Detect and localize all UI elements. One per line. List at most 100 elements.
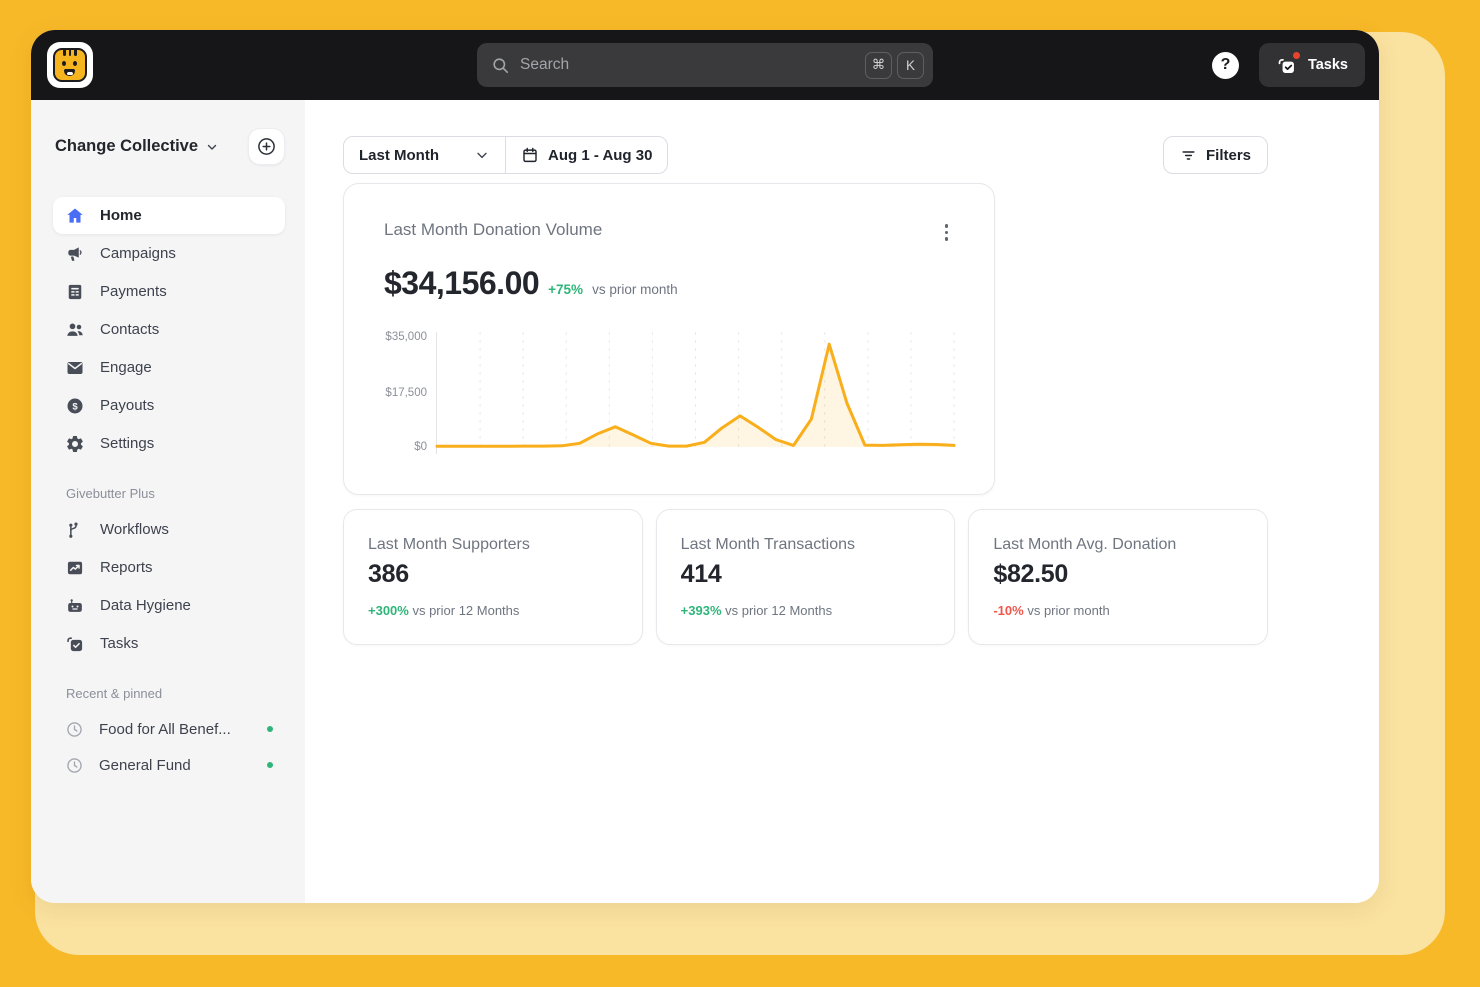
sidebar-item-settings[interactable]: Settings	[53, 425, 285, 462]
stat-card-supporters: Last Month Supporters 386 +300% vs prior…	[343, 509, 643, 645]
stat-card-avg-donation: Last Month Avg. Donation $82.50 -10% vs …	[968, 509, 1268, 645]
k-key: K	[897, 52, 924, 79]
sidebar-item-label: Settings	[100, 435, 154, 452]
sidebar-item-label: Campaigns	[100, 245, 176, 262]
svg-text:$: $	[72, 401, 78, 412]
stat-value: 414	[681, 560, 931, 589]
toolbar: Last Month Aug 1 - Aug 30 Filters	[343, 136, 1268, 174]
period-select[interactable]: Last Month	[344, 137, 506, 173]
dollar-circle-icon: $	[65, 396, 85, 416]
sidebar-item-label: Home	[100, 207, 142, 224]
recent-item-label: General Fund	[99, 757, 191, 774]
sidebar-item-home[interactable]: Home	[53, 197, 285, 234]
sidebar-item-tasks[interactable]: Tasks	[53, 625, 285, 662]
y-tick: $35,000	[385, 331, 427, 343]
megaphone-icon	[65, 244, 85, 264]
sidebar-item-payouts[interactable]: $ Payouts	[53, 387, 285, 424]
stat-delta: +393%	[681, 603, 722, 618]
chart-y-axis: $35,000 $17,500 $0	[384, 332, 436, 454]
recent-item-food-for-all[interactable]: Food for All Benef...	[53, 711, 285, 747]
calendar-icon	[521, 146, 539, 164]
status-dot	[267, 762, 273, 768]
org-switcher[interactable]: Change Collective	[55, 137, 219, 156]
kebab-menu-icon[interactable]	[939, 220, 955, 245]
people-icon	[65, 320, 85, 340]
sidebar-item-label: Engage	[100, 359, 152, 376]
home-icon	[65, 206, 85, 226]
sidebar-item-reports[interactable]: Reports	[53, 549, 285, 586]
givebutter-logo[interactable]	[47, 42, 93, 88]
search-input[interactable]	[520, 56, 860, 74]
cmd-key: ⌘	[865, 52, 892, 79]
stat-delta-suffix: vs prior 12 Months	[412, 603, 519, 618]
y-tick: $17,500	[385, 387, 427, 399]
gear-icon	[65, 434, 85, 454]
cash-register-icon	[65, 282, 85, 302]
stat-cards-row: Last Month Supporters 386 +300% vs prior…	[343, 509, 1268, 645]
card-title: Last Month Donation Volume	[384, 220, 602, 240]
donation-line-chart	[437, 332, 954, 454]
stat-title: Last Month Supporters	[368, 536, 618, 554]
sidebar-item-label: Reports	[100, 559, 153, 576]
donation-volume-card: Last Month Donation Volume $34,156.00 +7…	[343, 183, 995, 495]
help-icon[interactable]: ?	[1212, 52, 1239, 79]
sidebar: Change Collective Home Campaigns	[31, 100, 305, 903]
stat-title: Last Month Avg. Donation	[993, 536, 1243, 554]
search-bar[interactable]: ⌘ K	[477, 43, 933, 87]
stat-title: Last Month Transactions	[681, 536, 931, 554]
donation-total-value: $34,156.00	[384, 265, 539, 302]
stat-delta: +300%	[368, 603, 409, 618]
filters-label: Filters	[1206, 147, 1251, 164]
butter-face-icon	[53, 48, 87, 82]
chart-plot-area	[436, 332, 954, 454]
chart-icon	[65, 558, 85, 578]
clock-icon	[65, 756, 84, 775]
section-label-recent-pinned: Recent & pinned	[66, 686, 285, 701]
status-dot	[267, 726, 273, 732]
topbar-actions: ? Tasks	[1212, 43, 1365, 87]
stat-value: $82.50	[993, 560, 1243, 589]
sidebar-item-engage[interactable]: Engage	[53, 349, 285, 386]
recent-item-general-fund[interactable]: General Fund	[53, 747, 285, 783]
sidebar-item-label: Contacts	[100, 321, 159, 338]
sidebar-item-contacts[interactable]: Contacts	[53, 311, 285, 348]
sidebar-item-label: Workflows	[100, 521, 169, 538]
donation-chart: $35,000 $17,500 $0	[384, 332, 954, 454]
sidebar-item-label: Data Hygiene	[100, 597, 191, 614]
task-check-icon	[1276, 55, 1297, 76]
donation-delta-suffix: vs prior month	[592, 282, 678, 297]
donation-delta: +75%	[548, 282, 583, 297]
app-window: ⌘ K ? Tasks Chang	[31, 30, 1379, 903]
toaster-icon	[65, 596, 85, 616]
period-label: Last Month	[359, 147, 439, 164]
y-tick: $0	[414, 441, 427, 453]
date-range-button[interactable]: Aug 1 - Aug 30	[506, 137, 667, 173]
filter-icon	[1180, 147, 1197, 164]
date-range-label: Aug 1 - Aug 30	[548, 147, 652, 164]
clock-icon	[65, 720, 84, 739]
sidebar-item-label: Tasks	[100, 635, 138, 652]
chevron-down-icon	[205, 140, 219, 154]
chevron-down-icon	[474, 147, 490, 163]
sidebar-item-payments[interactable]: Payments	[53, 273, 285, 310]
sidebar-item-label: Payouts	[100, 397, 154, 414]
envelope-icon	[65, 358, 85, 378]
sidebar-item-campaigns[interactable]: Campaigns	[53, 235, 285, 272]
notification-dot	[1293, 52, 1300, 59]
stat-delta: -10%	[993, 603, 1023, 618]
sidebar-item-data-hygiene[interactable]: Data Hygiene	[53, 587, 285, 624]
tasks-button[interactable]: Tasks	[1259, 43, 1365, 87]
tasks-button-label: Tasks	[1308, 57, 1348, 73]
stat-value: 386	[368, 560, 618, 589]
stat-delta-suffix: vs prior month	[1027, 603, 1109, 618]
task-check-icon	[65, 634, 85, 654]
branch-icon	[65, 520, 85, 540]
filters-button[interactable]: Filters	[1163, 136, 1268, 174]
plus-circle-icon	[256, 136, 277, 157]
add-campaign-button[interactable]	[248, 128, 285, 165]
sidebar-item-workflows[interactable]: Workflows	[53, 511, 285, 548]
sidebar-item-label: Payments	[100, 283, 167, 300]
main-content: Last Month Aug 1 - Aug 30 Filters Last M	[305, 100, 1379, 903]
search-icon	[491, 56, 510, 75]
stat-delta-suffix: vs prior 12 Months	[725, 603, 832, 618]
